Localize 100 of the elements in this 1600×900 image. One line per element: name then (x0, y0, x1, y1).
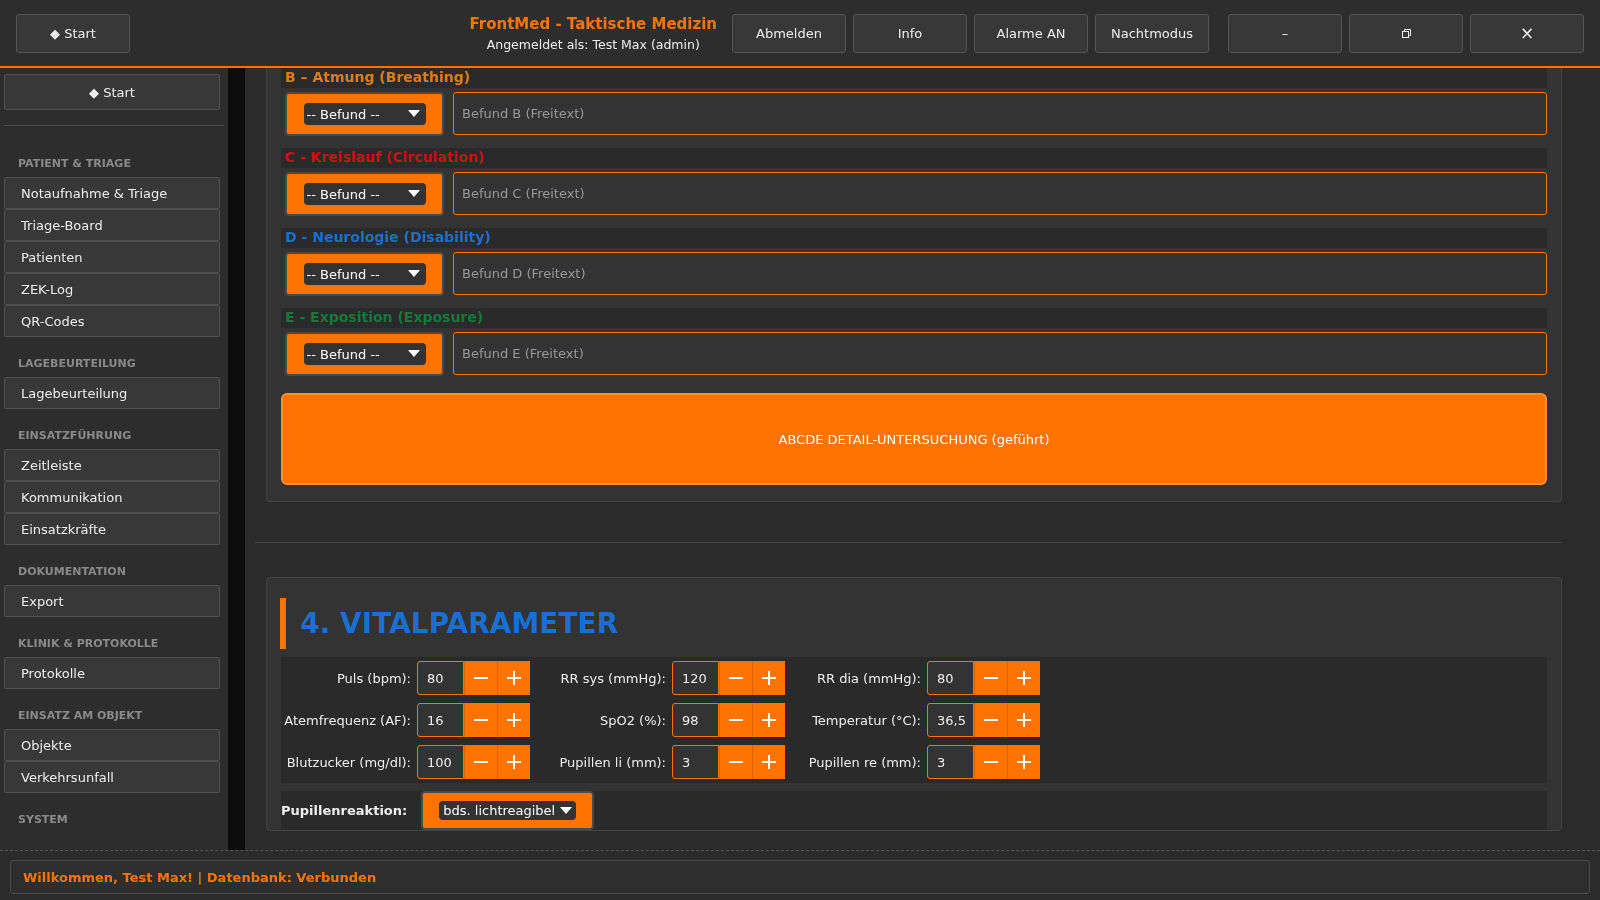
increment-button[interactable] (1007, 745, 1040, 779)
minus-icon (474, 719, 488, 721)
header-button[interactable]: Alarme AN (974, 13, 1088, 53)
number-input[interactable]: 100 (417, 745, 464, 779)
finding-input[interactable]: Befund E (Freitext) (453, 332, 1547, 375)
section-heading: KLINIK & PROTOKOLLE (18, 637, 160, 650)
increment-button[interactable] (752, 703, 785, 737)
decrement-button[interactable] (974, 745, 1007, 779)
finding-select[interactable]: -- Befund -- (285, 252, 444, 296)
decrement-button[interactable] (719, 703, 752, 737)
plus-icon (1017, 755, 1031, 769)
field-label: RR sys (mmHg): (559, 670, 666, 686)
minus-icon (984, 677, 998, 679)
sidebar-item[interactable]: Triage-Board (4, 209, 220, 241)
caret-icon (407, 350, 420, 358)
sidebar-item[interactable]: ZEK-Log (4, 273, 220, 305)
decrement-button[interactable] (719, 661, 752, 695)
decrement-button[interactable] (464, 703, 497, 737)
finding-input[interactable]: Befund C (Freitext) (453, 172, 1547, 215)
field-label: SpO2 (%): (599, 712, 666, 728)
section-title: C - Kreislauf (Circulation) (281, 148, 1547, 168)
start-button[interactable]: ◆ Start (4, 74, 220, 110)
number-input[interactable]: 98 (672, 703, 719, 737)
number-input[interactable]: 80 (417, 661, 464, 695)
close-button[interactable]: × (1470, 13, 1584, 53)
section-title: B – Atmung (Breathing) (281, 68, 1547, 88)
increment-button[interactable] (497, 661, 530, 695)
field-label: Puls (bpm): (335, 670, 411, 686)
plus-icon (1017, 713, 1031, 727)
section-heading: EINSATZ AM OBJEKT (18, 709, 144, 722)
number-input[interactable]: 3 (927, 745, 974, 779)
increment-button[interactable] (1007, 703, 1040, 737)
field-label: Atemfrequenz (AF): (283, 712, 411, 728)
caret-icon (560, 806, 573, 815)
minimize-button[interactable]: – (1228, 13, 1342, 53)
sidebar-item[interactable]: Einsatzkräfte (4, 513, 220, 545)
minus-icon (729, 677, 743, 679)
field-label: Blutzucker (mg/dl): (285, 754, 411, 770)
minus-icon (474, 761, 488, 763)
plus-icon (762, 671, 776, 685)
decrement-button[interactable] (974, 703, 1007, 737)
minus-icon (729, 761, 743, 763)
caret-icon (407, 110, 420, 118)
decrement-button[interactable] (974, 661, 1007, 695)
section-title: D - Neurologie (Disability) (281, 228, 1547, 248)
number-input[interactable]: 36,5 (927, 703, 974, 737)
number-input[interactable]: 3 (672, 745, 719, 779)
number-input[interactable]: 80 (927, 661, 974, 695)
section-heading: EINSATZFÜHRUNG (18, 429, 133, 442)
number-input[interactable]: 120 (672, 661, 719, 695)
section-heading: 4. VITALPARAMETER (280, 598, 1547, 649)
pupil-reaction-select[interactable]: bds. lichtreagibel (421, 791, 595, 830)
sidebar-item[interactable]: Lagebeurteilung (4, 377, 220, 409)
finding-select[interactable]: -- Befund -- (285, 92, 444, 136)
plus-icon (1017, 671, 1031, 685)
field-label: Pupillen re (mm): (807, 754, 921, 770)
section-heading: DOKUMENTATION (18, 565, 127, 578)
minus-icon (474, 677, 488, 679)
logged-in-text: Angemeldet als: Test Max (admin) (485, 36, 701, 52)
sidebar-item[interactable]: QR-Codes (4, 305, 220, 337)
decrement-button[interactable] (719, 745, 752, 779)
header-button[interactable]: Info (853, 13, 967, 53)
minus-icon (984, 761, 998, 763)
increment-button[interactable] (497, 703, 530, 737)
start-button[interactable]: ◆ Start (16, 13, 130, 53)
plus-icon (762, 755, 776, 769)
plus-icon (507, 671, 521, 685)
status-bar: Willkommen, Test Max! | Datenbank: Verbunden (10, 860, 1590, 894)
section-heading: PATIENT & TRIAGE (18, 157, 132, 170)
plus-icon (762, 713, 776, 727)
increment-button[interactable] (752, 745, 785, 779)
increment-button[interactable] (497, 745, 530, 779)
sidebar-item[interactable]: Notaufnahme & Triage (4, 177, 220, 209)
finding-select[interactable]: -- Befund -- (285, 332, 444, 376)
section-heading: SYSTEM (18, 813, 69, 826)
caret-icon (407, 270, 420, 278)
sidebar-item[interactable]: Objekte (4, 729, 220, 761)
number-input[interactable]: 16 (417, 703, 464, 737)
header-button[interactable]: Nachtmodus (1095, 13, 1209, 53)
field-label: Pupillen li (mm): (558, 754, 666, 770)
decrement-button[interactable] (464, 745, 497, 779)
restore-button[interactable] (1349, 13, 1463, 53)
minus-icon (729, 719, 743, 721)
finding-input[interactable]: Befund B (Freitext) (453, 92, 1547, 135)
field-label: Pupillenreaktion: (281, 803, 408, 818)
decrement-button[interactable] (464, 661, 497, 695)
field-label: Temperatur (°C): (811, 712, 921, 728)
header-button[interactable]: Abmelden (732, 13, 846, 53)
finding-select[interactable]: -- Befund -- (285, 172, 444, 216)
finding-input[interactable]: Befund D (Freitext) (453, 252, 1547, 295)
sidebar-item[interactable]: Export (4, 585, 220, 617)
sidebar-item[interactable]: Patienten (4, 241, 220, 273)
increment-button[interactable] (1007, 661, 1040, 695)
increment-button[interactable] (752, 661, 785, 695)
minus-icon (984, 719, 998, 721)
sidebar-item[interactable]: Verkehrsunfall (4, 761, 220, 793)
sidebar-item[interactable]: Zeitleiste (4, 449, 220, 481)
sidebar-item[interactable]: Kommunikation (4, 481, 220, 513)
app-title: FrontMed - Taktische Medizin (469, 14, 717, 33)
sidebar-item[interactable]: Protokolle (4, 657, 220, 689)
